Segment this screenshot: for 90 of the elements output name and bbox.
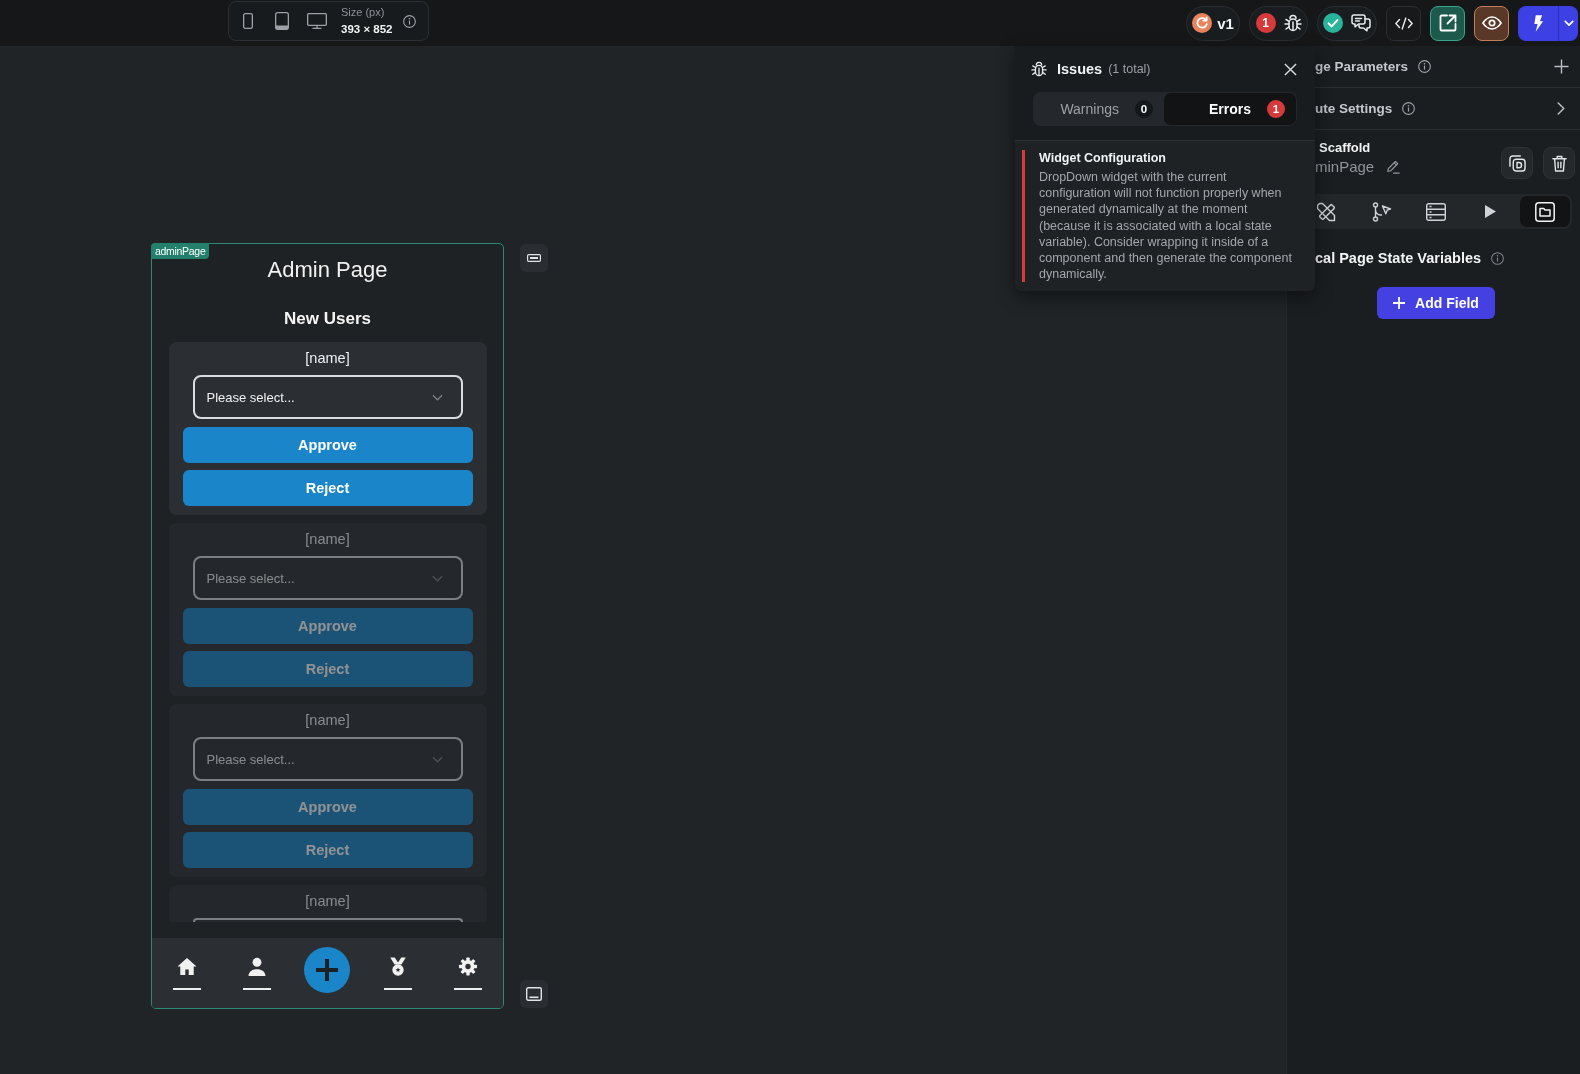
settings-tab[interactable] <box>453 956 482 990</box>
eye-icon <box>1481 16 1502 30</box>
toggle-button[interactable] <box>520 244 548 272</box>
chevron-down-icon <box>431 574 443 582</box>
section-title: cal Page State Variables <box>1315 249 1482 268</box>
panel-row-label[interactable]: ute Settings <box>1315 101 1393 116</box>
user-name: [name] <box>304 892 351 911</box>
delete-button[interactable] <box>1543 147 1575 179</box>
chevron-down-icon <box>431 393 443 401</box>
caret-down-icon <box>1563 19 1574 27</box>
panel-tab[interactable] <box>1519 196 1570 227</box>
code-icon <box>1394 16 1413 30</box>
approve-button[interactable]: Approve <box>182 789 473 825</box>
dropdown-field[interactable] <box>192 918 463 922</box>
issue-title: Widget Configuration <box>1039 150 1167 166</box>
input-bar-icon <box>527 254 541 262</box>
chevron-down-icon <box>431 755 443 763</box>
dropdown-field[interactable]: Please select... <box>192 556 463 600</box>
status-button[interactable] <box>1317 5 1377 41</box>
external-link-icon <box>1438 14 1457 32</box>
copy-icon <box>1508 154 1526 172</box>
error-count-badge: 1 <box>1255 13 1276 33</box>
pencil-icon[interactable] <box>1386 160 1401 174</box>
issues-button[interactable]: 1 <box>1249 5 1308 41</box>
version-button[interactable]: v1 <box>1186 5 1240 41</box>
panel-toggle-button[interactable] <box>520 980 548 1008</box>
trash-icon <box>1551 154 1567 172</box>
bug-icon <box>1031 61 1047 77</box>
info-icon <box>403 14 416 28</box>
widget-name: minPage <box>1315 157 1375 177</box>
count-badge: 0 <box>1135 100 1153 118</box>
person-icon <box>247 956 268 976</box>
size-label: Size (px) <box>341 6 385 19</box>
issue-tab[interactable]: Errors 1 <box>1164 93 1296 125</box>
panel-row-label[interactable]: ge Parameters <box>1315 59 1409 74</box>
section-heading: New Users <box>284 308 371 330</box>
external-link-button[interactable] <box>1430 5 1465 41</box>
close-icon[interactable] <box>1284 62 1297 76</box>
dropdown-field[interactable]: Please select... <box>192 375 463 419</box>
issue-total: (1 total) <box>1108 62 1151 76</box>
folder-icon <box>1534 201 1555 222</box>
run-menu-button[interactable] <box>1558 5 1578 41</box>
info-icon <box>1402 102 1416 115</box>
dropdown-field[interactable]: Please select... <box>192 737 463 781</box>
user-name: [name] <box>304 711 351 730</box>
count-badge: 1 <box>1267 100 1285 118</box>
user-name: [name] <box>304 349 351 368</box>
ruler-pencil-icon <box>1317 201 1338 222</box>
issue-message: DropDown widget with the current configuration will not function properly when generated dynamically at the moment (because it is associated with a local state variable). Consider wrapping it inside of a component and then generate the component dynamically. <box>1039 169 1293 283</box>
approve-button[interactable]: Approve <box>182 427 473 463</box>
plus-icon <box>1393 297 1406 309</box>
code-button[interactable] <box>1386 5 1421 41</box>
info-icon <box>1491 251 1505 265</box>
size-value: 393 × 852 <box>341 22 393 36</box>
info-icon <box>1418 60 1432 73</box>
page-tag: adminPage <box>151 243 210 259</box>
bug-icon <box>1283 14 1302 32</box>
monitor-icon[interactable] <box>307 13 327 29</box>
chevron-right-icon[interactable] <box>1557 102 1565 115</box>
rewards-tab[interactable] <box>383 956 412 990</box>
add-field-button[interactable]: Add Field <box>1377 287 1495 319</box>
chat-bubbles-icon <box>1351 14 1371 32</box>
profile-tab[interactable] <box>243 956 272 990</box>
home-tab[interactable] <box>173 956 202 990</box>
settings-icon <box>457 956 478 976</box>
preview-button[interactable] <box>1474 5 1509 41</box>
home-icon <box>177 956 198 976</box>
add-button[interactable] <box>304 947 351 993</box>
reject-button[interactable]: Reject <box>182 470 473 506</box>
approve-button[interactable]: Approve <box>182 608 473 644</box>
user-name: [name] <box>304 530 351 549</box>
tablet-icon[interactable] <box>275 12 289 30</box>
plus-icon <box>315 958 340 982</box>
branch-cursor-icon <box>1371 201 1392 222</box>
check-circle-icon <box>1323 13 1343 33</box>
run-button[interactable] <box>1518 5 1558 41</box>
play-icon <box>1484 205 1496 218</box>
popup-title: Issues <box>1057 61 1103 77</box>
lightning-icon <box>1532 14 1544 32</box>
issue-tab[interactable]: Warnings 0 <box>1034 93 1164 125</box>
widget-type: Scaffold <box>1319 139 1371 157</box>
stacked-rows-icon <box>1426 201 1446 222</box>
page-title: Admin Page <box>267 256 388 284</box>
phone-icon[interactable] <box>243 13 253 29</box>
reject-button[interactable]: Reject <box>182 832 473 868</box>
plus-icon[interactable] <box>1554 59 1569 74</box>
duplicate-button[interactable] <box>1501 147 1533 179</box>
medal-icon <box>387 956 408 976</box>
reject-button[interactable]: Reject <box>182 651 473 687</box>
panel-bottom-icon <box>526 987 542 1001</box>
